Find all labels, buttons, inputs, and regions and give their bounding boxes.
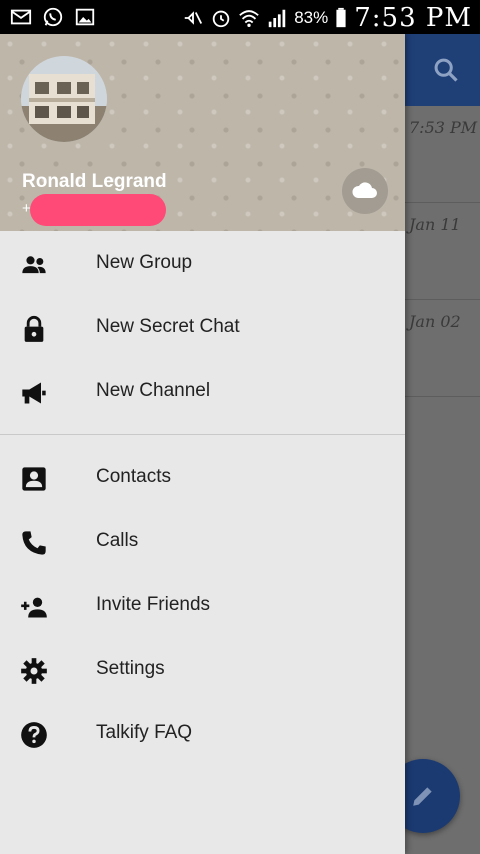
wifi-icon <box>239 10 259 27</box>
notification-icons <box>10 6 96 28</box>
avatar[interactable] <box>21 56 107 142</box>
search-icon[interactable] <box>432 56 460 84</box>
system-status: 83% 7:53 PM <box>182 3 472 33</box>
menu-item-label: New Channel <box>96 380 211 401</box>
chat-date: Jan 11 <box>409 215 461 234</box>
gear-icon <box>21 658 47 684</box>
chat-date: Jan 02 <box>409 312 461 331</box>
redacted-phone-mark <box>30 194 166 226</box>
menu-item-label: New Secret Chat <box>96 316 240 337</box>
menu-item-label: Talkify FAQ <box>96 722 193 743</box>
menu-item-new-channel[interactable]: New Channel <box>0 359 405 423</box>
image-icon <box>75 8 95 26</box>
drawer-menu: New Group New Secret Chat New Channel Co… <box>0 231 405 765</box>
chat-date: 7:53 PM <box>409 118 478 137</box>
whatsapp-icon <box>43 7 63 27</box>
menu-item-settings[interactable]: Settings <box>0 637 405 701</box>
menu-item-label: Calls <box>96 530 139 551</box>
signal-icon <box>268 9 286 28</box>
menu-item-calls[interactable]: Calls <box>0 509 405 573</box>
contact-card-icon <box>22 467 46 491</box>
megaphone-icon <box>22 382 46 404</box>
menu-item-label: Contacts <box>96 466 171 487</box>
profile-photo <box>21 56 107 142</box>
menu-item-new-group[interactable]: New Group <box>0 231 405 295</box>
mute-icon <box>184 11 203 25</box>
user-name: Ronald Legrand <box>22 171 167 192</box>
battery-percent: 83% <box>294 8 329 27</box>
cloud-icon <box>352 182 377 198</box>
lock-icon <box>24 315 44 342</box>
email-icon <box>10 9 32 25</box>
menu-item-new-secret-chat[interactable]: New Secret Chat <box>0 295 405 359</box>
add-person-icon <box>21 597 47 618</box>
battery-icon <box>336 7 346 28</box>
chat-row[interactable]: Jan 02 <box>405 300 480 397</box>
phone-icon <box>22 531 46 555</box>
help-icon <box>21 722 47 748</box>
clock: 7:53 PM <box>354 3 472 33</box>
menu-item-label: Settings <box>96 658 165 679</box>
navigation-drawer: Ronald Legrand + New Group New Secret Ch… <box>0 34 405 854</box>
status-bar: 83% 7:53 PM <box>0 0 480 34</box>
pencil-icon <box>413 787 432 806</box>
group-icon <box>22 256 46 274</box>
drawer-header: Ronald Legrand + <box>0 34 405 231</box>
menu-item-label: Invite Friends <box>96 594 211 615</box>
menu-item-faq[interactable]: Talkify FAQ <box>0 701 405 765</box>
menu-item-contacts[interactable]: Contacts <box>0 445 405 509</box>
alarm-icon <box>212 10 230 28</box>
saved-messages-button[interactable] <box>342 168 388 214</box>
menu-divider <box>0 434 405 435</box>
menu-item-invite-friends[interactable]: Invite Friends <box>0 573 405 637</box>
chat-row[interactable]: Jan 11 <box>405 203 480 300</box>
chat-row[interactable]: 7:53 PM <box>405 106 480 203</box>
menu-item-label: New Group <box>96 252 193 273</box>
